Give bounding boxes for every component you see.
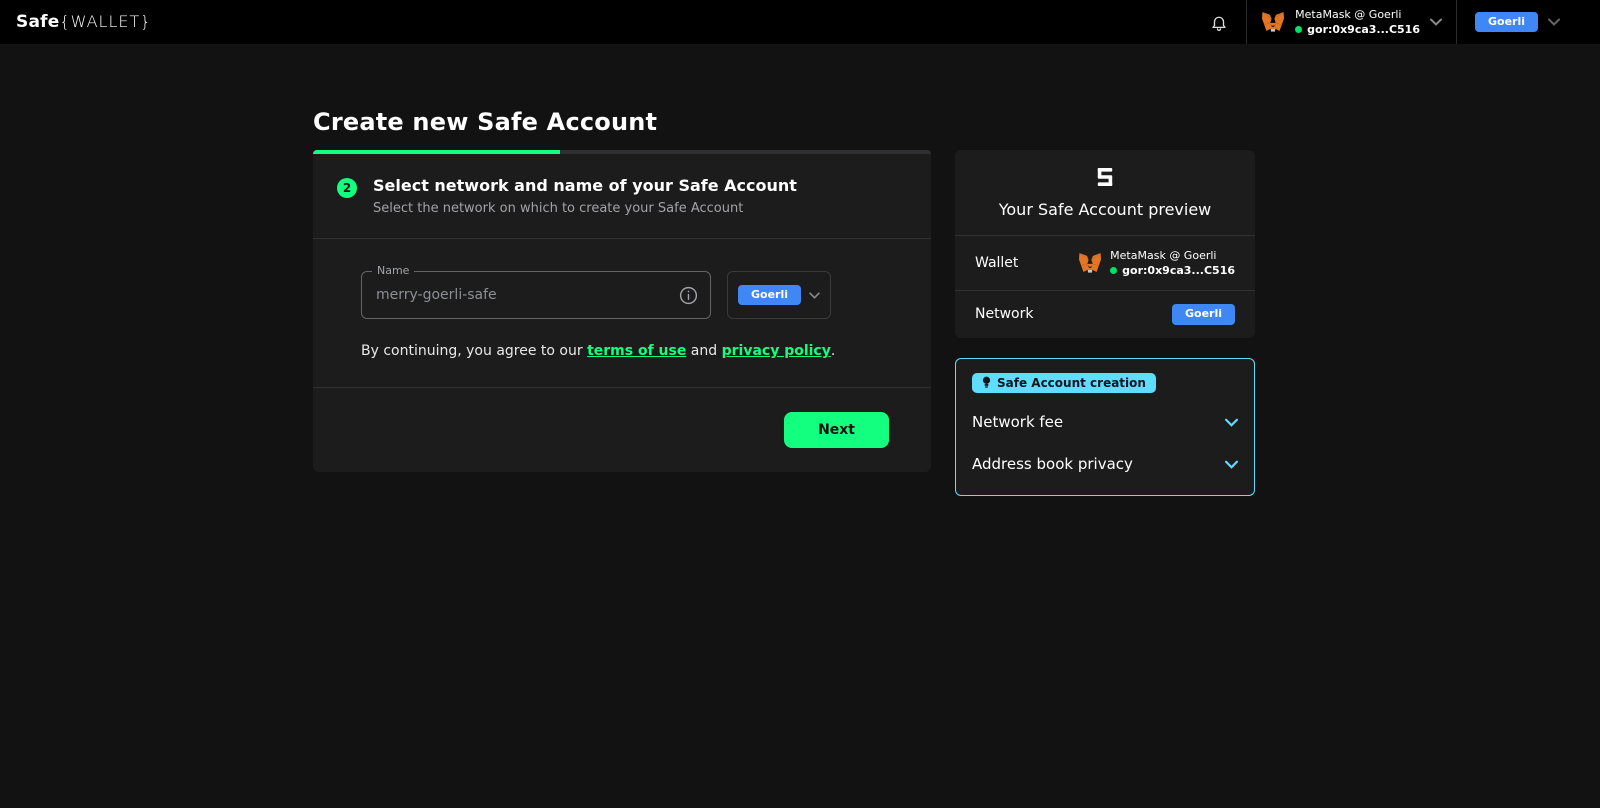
step-header: 2 Select network and name of your Safe A… [313, 154, 931, 238]
preview-wallet-row: Wallet MetaMask @ Goerli gor:0x9ca3...C5… [955, 236, 1255, 290]
step-subheading: Select the network on which to create yo… [373, 201, 744, 216]
step-number-badge: 2 [337, 178, 357, 198]
stepper-column: 2 Select network and name of your Safe A… [313, 150, 931, 472]
wallet-row-label: Wallet [975, 255, 1019, 271]
chevron-down-icon [1548, 18, 1560, 26]
wallet-info: MetaMask @ Goerli gor:0x9ca3...C516 [1295, 8, 1420, 36]
preview-wallet-name: MetaMask @ Goerli [1110, 249, 1217, 262]
preview-wallet-address: gor:0x9ca3...C516 [1122, 264, 1235, 277]
page-title: Create new Safe Account [313, 108, 658, 136]
network-chip: Goerli [738, 284, 802, 306]
tips-badge-label: Safe Account creation [997, 375, 1146, 390]
wallet-provider-label: MetaMask @ Goerli [1295, 8, 1402, 21]
safe-creation-tips-card: Safe Account creation Network fee Addres… [955, 357, 1255, 497]
safe-logo-icon [1096, 168, 1114, 186]
network-chip: Goerli [1171, 304, 1235, 325]
name-field-label: Name [372, 264, 415, 277]
chevron-down-icon [1225, 460, 1238, 469]
tips-badge: Safe Account creation [972, 372, 1156, 393]
safe-name-input[interactable] [376, 287, 679, 303]
metamask-icon [1261, 10, 1285, 34]
safe-name-field: Name [361, 264, 711, 319]
preview-header: Your Safe Account preview [955, 150, 1255, 235]
connection-status-dot [1110, 267, 1118, 274]
header-right-section: MetaMask @ Goerli gor:0x9ca3...C516 Goer… [1192, 0, 1600, 44]
next-button[interactable]: Next [784, 412, 889, 448]
network-row-label: Network [975, 306, 1034, 323]
lightbulb-icon [982, 376, 991, 388]
accordion-label: Network fee [972, 413, 1064, 432]
metamask-icon [1078, 251, 1102, 275]
logo-safe-text: Safe [16, 12, 60, 32]
info-icon[interactable] [679, 286, 698, 305]
safe-preview-card: Your Safe Account preview Wallet MetaMas… [955, 150, 1255, 338]
logo-wallet-text: {WALLET} [59, 12, 152, 31]
accordion-network-fee[interactable]: Network fee [972, 401, 1238, 443]
terms-sentence: By continuing, you agree to our terms of… [361, 343, 883, 359]
chevron-down-icon [1225, 418, 1238, 427]
notifications-button[interactable] [1192, 0, 1246, 44]
accordion-address-book-privacy[interactable]: Address book privacy [972, 443, 1238, 485]
chevron-down-icon [1429, 18, 1442, 26]
network-select[interactable]: Goerli [727, 271, 832, 319]
preview-network-row: Network Goerli [955, 291, 1255, 338]
top-bar: Safe {WALLET} MetaMask @ Goerli gor:0x9c… [0, 0, 1600, 44]
network-chip: Goerli [1474, 11, 1538, 33]
step-heading: Select network and name of your Safe Acc… [373, 176, 797, 195]
connected-wallet-button[interactable]: MetaMask @ Goerli gor:0x9ca3...C516 [1246, 0, 1456, 44]
accordion-label: Address book privacy [972, 455, 1133, 474]
network-selector[interactable]: Goerli [1455, 0, 1600, 44]
terms-suffix: . [830, 343, 836, 359]
bell-icon [1212, 16, 1226, 31]
preview-column: Your Safe Account preview Wallet MetaMas… [955, 150, 1255, 497]
step-card-footer: Next [313, 388, 931, 472]
create-safe-page: Create new Safe Account 2 Select network… [0, 44, 1600, 497]
step-card: 2 Select network and name of your Safe A… [313, 154, 931, 472]
privacy-policy-link[interactable]: privacy policy [722, 343, 831, 359]
safe-wallet-logo[interactable]: Safe {WALLET} [16, 12, 151, 32]
terms-prefix: By continuing, you agree to our [361, 343, 583, 359]
wallet-address: gor:0x9ca3...C516 [1307, 23, 1420, 36]
terms-of-use-link[interactable]: terms of use [587, 343, 686, 359]
terms-conjunction: and [690, 343, 718, 359]
chevron-down-icon [809, 291, 820, 299]
connection-status-dot [1295, 26, 1303, 33]
preview-title: Your Safe Account preview [998, 200, 1212, 219]
name-network-form: Name Goerli [313, 239, 931, 387]
